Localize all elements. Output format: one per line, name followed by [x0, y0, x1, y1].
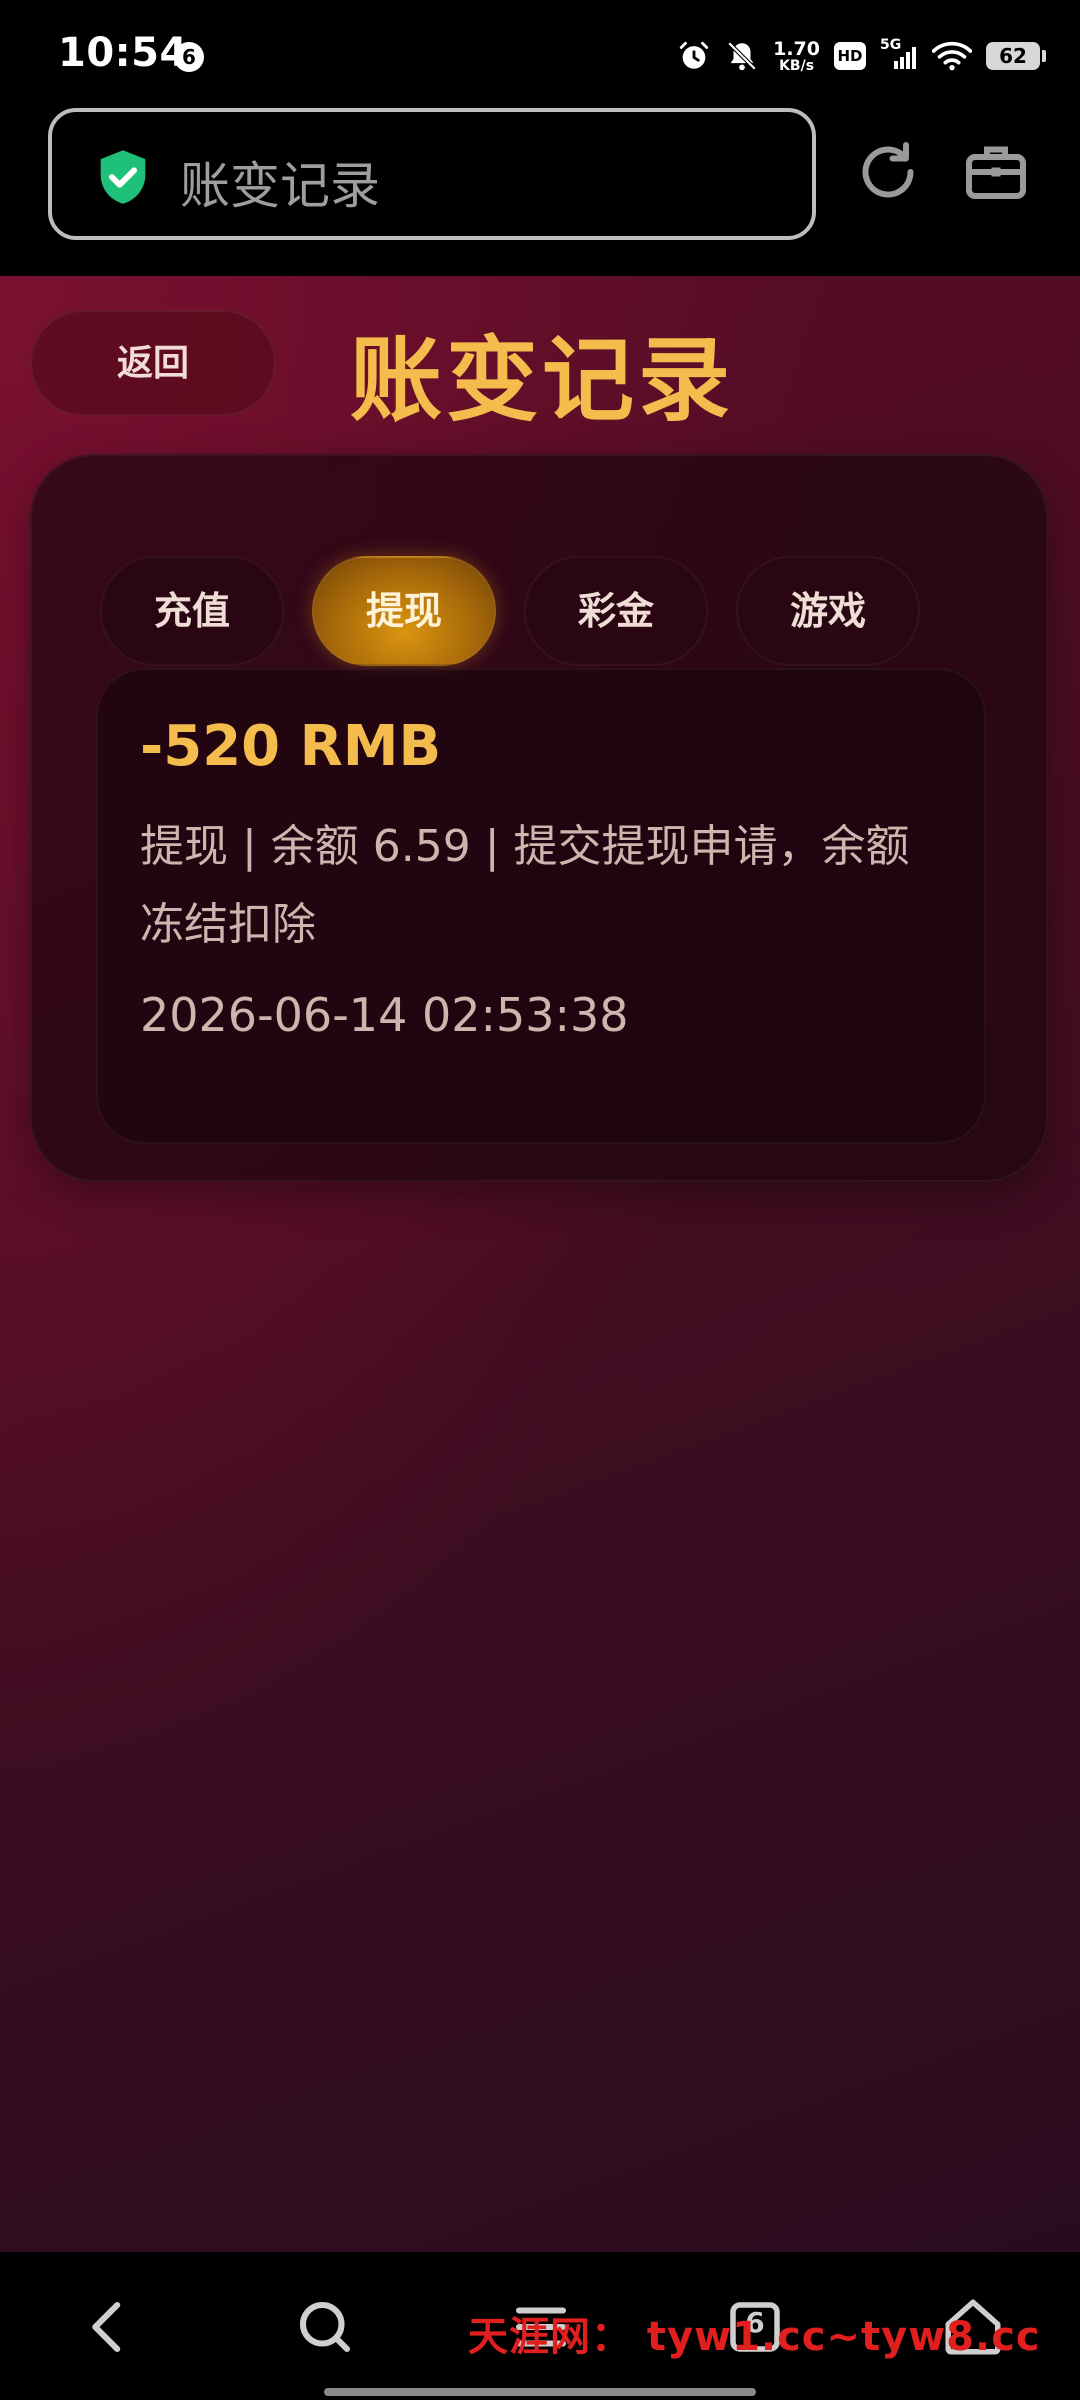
record-item: -520 RMB 提现 | 余额 6.59 | 提交提现申请，余额冻结扣除 20… [96, 668, 986, 1144]
account-record-page: 返回 账变记录 充值 提现 彩金 游戏 -520 RMB 提现 | 余额 6.5… [0, 276, 1080, 2252]
status-icons: 1.70 KB/s HD 5G 62 [677, 34, 1046, 78]
net-speed-value: 1.70 [773, 37, 820, 60]
watermark-text: 天涯网： tyw1.cc~tyw8.cc [468, 2314, 1041, 2360]
toolbox-icon[interactable] [960, 136, 1032, 208]
page-title: 账变记录 [350, 327, 735, 434]
tab-game[interactable]: 游戏 [736, 556, 920, 666]
mute-bell-icon [727, 41, 757, 71]
browser-toolbar: 账变记录 [0, 104, 1080, 276]
bottom-navigation: 6 天涯网： tyw1.cc~tyw8.cc [0, 2252, 1080, 2400]
refresh-icon[interactable] [852, 136, 924, 208]
tab-withdraw[interactable]: 提现 [312, 556, 496, 666]
tab-bonus[interactable]: 彩金 [524, 556, 708, 666]
search-icon[interactable] [292, 2294, 358, 2360]
status-time: 10:54 [58, 30, 188, 76]
shield-check-icon [100, 150, 146, 204]
notification-count-badge: 6 [174, 42, 204, 72]
address-text: 账变记录 [180, 157, 380, 215]
record-time: 2026-06-14 02:53:38 [140, 988, 629, 1042]
wifi-icon [932, 41, 972, 71]
hd-icon: HD [834, 42, 866, 70]
back-button[interactable]: 返回 [30, 310, 276, 416]
home-indicator[interactable] [324, 2388, 756, 2396]
record-detail: 提现 | 余额 6.59 | 提交提现申请，余额冻结扣除 [140, 821, 910, 950]
category-tabs: 充值 提现 彩金 游戏 [100, 556, 920, 666]
battery-icon: 62 [986, 42, 1046, 70]
address-bar[interactable]: 账变记录 [48, 108, 816, 240]
net-speed-unit: KB/s [779, 57, 815, 74]
record-amount: -520 RMB [140, 714, 442, 779]
alarm-icon [679, 41, 709, 69]
cellular-signal-icon: 5G [880, 37, 918, 73]
back-icon[interactable] [76, 2294, 142, 2360]
records-card: 充值 提现 彩金 游戏 -520 RMB 提现 | 余额 6.59 | 提交提现… [30, 454, 1048, 1182]
status-bar: 10:54 6 1.70 KB/s HD 5G 62 [0, 0, 1080, 104]
tab-recharge[interactable]: 充值 [100, 556, 284, 666]
network-speed: 1.70 KB/s [773, 37, 820, 74]
